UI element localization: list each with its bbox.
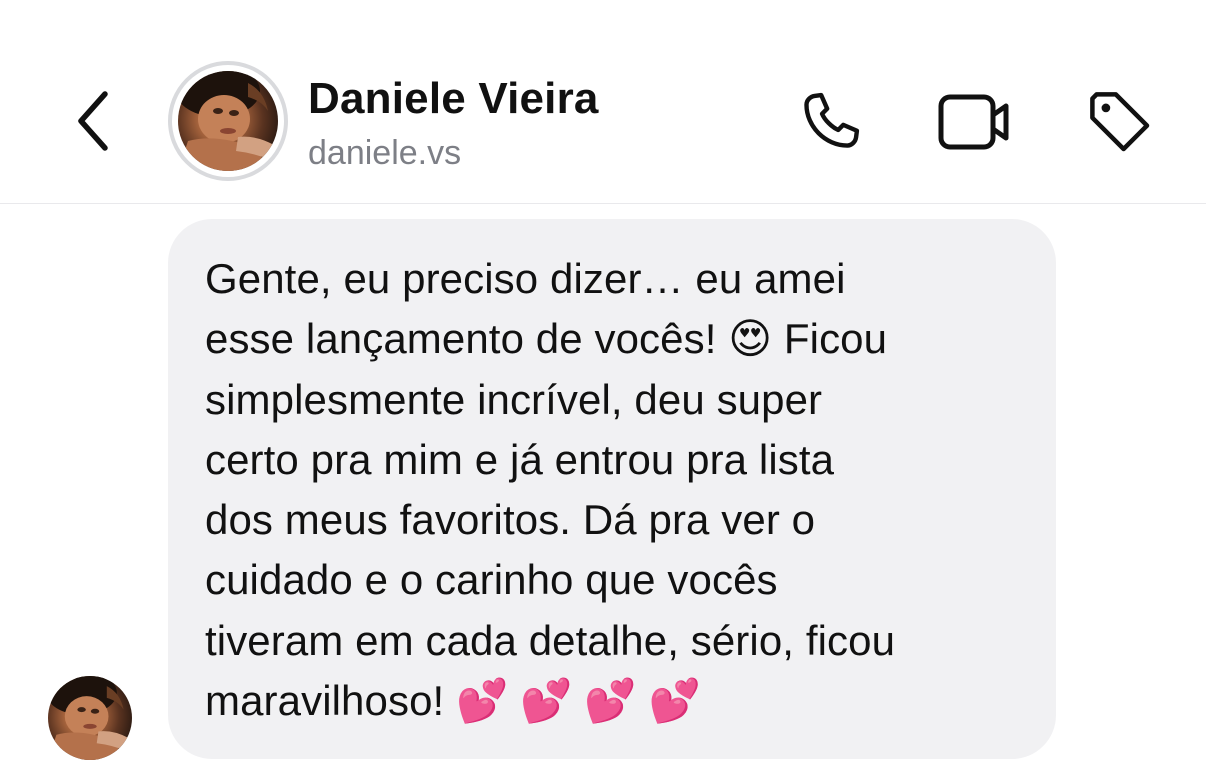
- message-bubble[interactable]: Gente, eu preciso dizer… eu amei esse la…: [168, 219, 1056, 759]
- contact-avatar[interactable]: [168, 61, 288, 181]
- video-camera-icon: [938, 94, 1009, 150]
- contact-name[interactable]: Daniele Vieira: [308, 74, 599, 124]
- message-text: Gente, eu preciso dizer… eu amei esse la…: [205, 255, 896, 725]
- call-button[interactable]: [792, 84, 868, 160]
- back-button[interactable]: [64, 86, 124, 156]
- avatar: [178, 71, 278, 171]
- video-call-button[interactable]: [936, 84, 1012, 160]
- chevron-left-icon: [78, 91, 108, 151]
- tag-icon: [1090, 92, 1150, 152]
- phone-icon: [804, 92, 860, 148]
- chat-header: Daniele Vieira daniele.vs: [0, 0, 1206, 204]
- avatar: [48, 676, 132, 760]
- tag-button[interactable]: [1082, 84, 1158, 160]
- contact-handle: daniele.vs: [308, 134, 462, 172]
- message-sender-avatar[interactable]: [48, 676, 132, 760]
